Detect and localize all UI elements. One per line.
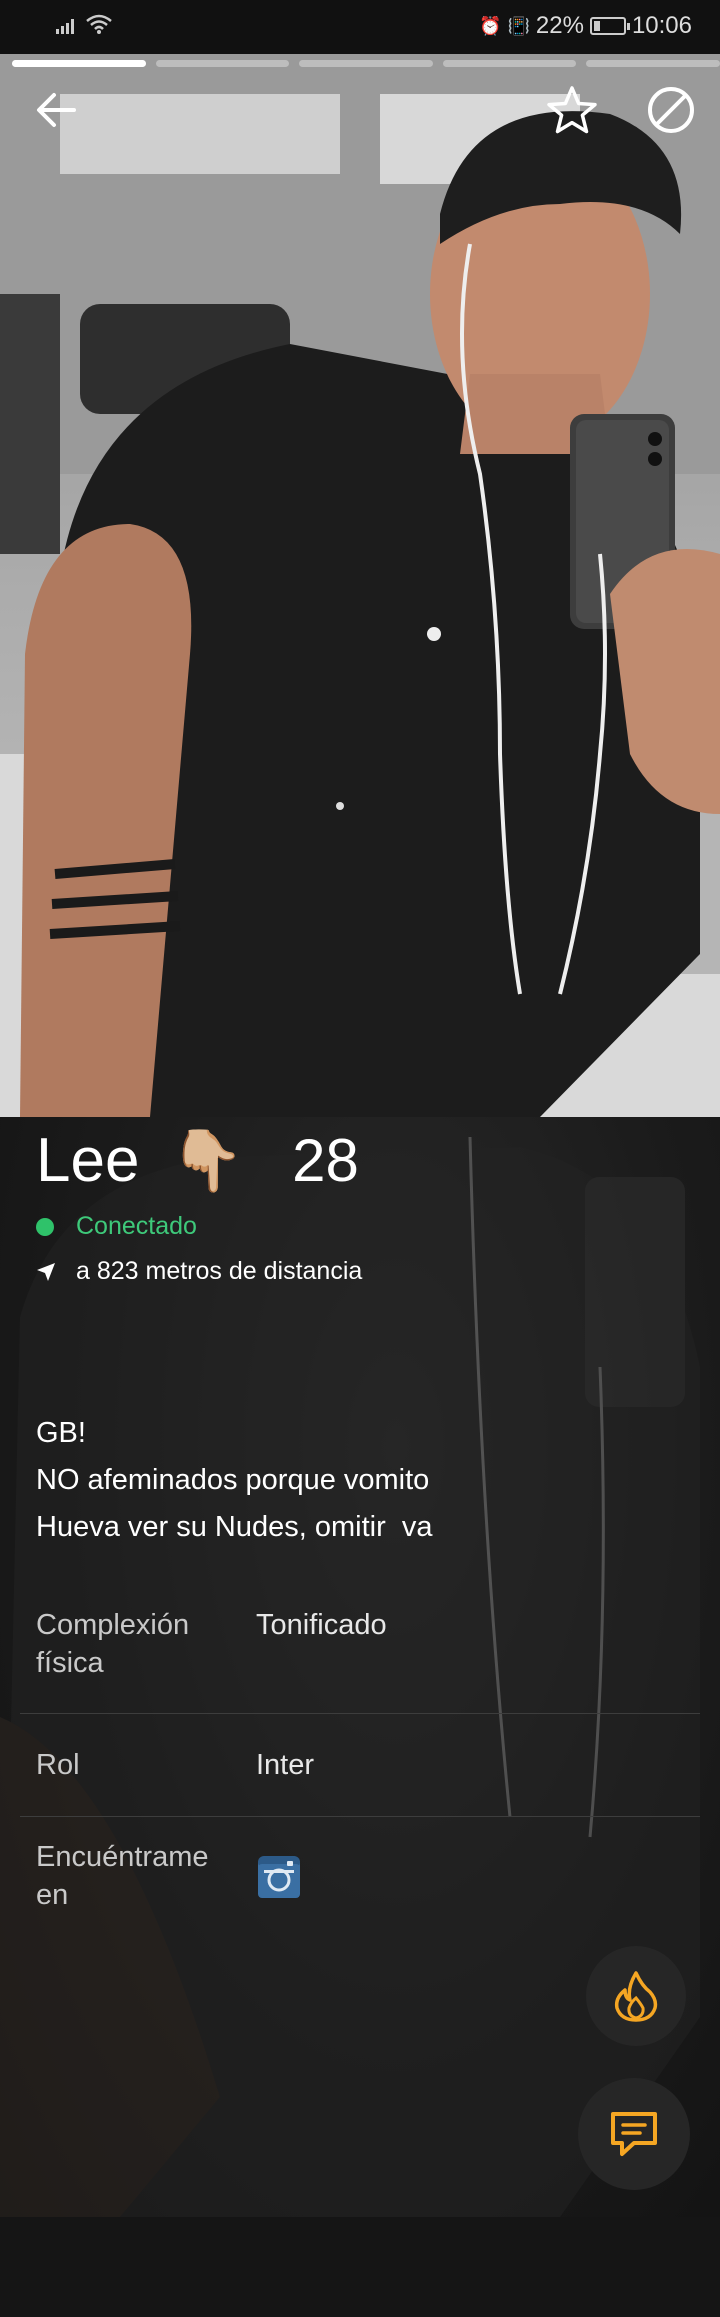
story-bar xyxy=(299,60,433,67)
stat-find-me: Encuéntrame en xyxy=(36,1838,696,1914)
alarm-icon: ⏰ xyxy=(479,15,502,36)
back-arrow-icon xyxy=(37,93,76,127)
wifi-icon xyxy=(86,14,112,34)
chat-icon xyxy=(611,2112,657,2156)
stat-label: Rol xyxy=(36,1749,80,1781)
divider xyxy=(20,1816,700,1817)
star-icon xyxy=(547,86,597,134)
system-status: ⏰ 📳 22% 10:06 xyxy=(479,12,692,40)
bio-line: Hueva ver su Nudes, omitir va xyxy=(36,1511,433,1543)
bio-line: NO afeminados porque vomito xyxy=(36,1464,430,1496)
online-dot-icon xyxy=(36,1217,54,1236)
stat-body-type: Complexión física Tonificado xyxy=(36,1606,696,1682)
stat-label-line: Encuéntrame xyxy=(36,1841,209,1873)
instagram-link[interactable] xyxy=(258,1856,300,1898)
profile-header: Lee 👇🏼 28 xyxy=(36,1125,359,1196)
battery-percent: 22% xyxy=(535,12,584,39)
signal-indicators xyxy=(56,14,112,34)
online-status: Conectado xyxy=(36,1212,197,1241)
stat-label: Encuéntrame en xyxy=(36,1838,256,1914)
stat-value: Tonificado xyxy=(256,1609,387,1641)
stat-label-line: Complexión xyxy=(36,1609,190,1641)
flame-icon xyxy=(614,1971,658,2022)
back-button[interactable] xyxy=(28,82,84,138)
story-bar xyxy=(155,60,290,67)
stat-label-line: física xyxy=(36,1647,104,1679)
story-bar xyxy=(12,60,146,67)
story-bar xyxy=(442,60,577,67)
profile-bio: GB! NO afeminados porque vomito Hueva ve… xyxy=(36,1410,432,1551)
block-icon xyxy=(648,87,694,133)
bio-line: GB! xyxy=(36,1417,86,1449)
pointing-down-emoji: 👇🏼 xyxy=(169,1127,245,1194)
stat-label-line: en xyxy=(36,1879,69,1911)
block-button[interactable] xyxy=(643,82,699,138)
divider xyxy=(20,1713,700,1714)
profile-name: Lee xyxy=(36,1126,140,1195)
story-bar xyxy=(586,60,720,67)
distance-info: a 823 metros de distancia xyxy=(36,1257,362,1286)
photo-illustration xyxy=(0,54,720,1117)
instagram-icon xyxy=(258,1856,300,1898)
stat-value: Inter xyxy=(256,1749,315,1781)
location-arrow-icon xyxy=(37,1262,55,1281)
status-bar: ⏰ 📳 22% 10:06 xyxy=(0,0,720,54)
battery-level xyxy=(593,21,601,31)
chat-button[interactable] xyxy=(578,2078,690,2190)
signal-icon xyxy=(56,19,74,34)
favorite-button[interactable] xyxy=(544,82,600,138)
online-status-label: Conectado xyxy=(76,1212,197,1240)
tap-button[interactable] xyxy=(586,1946,686,2046)
stat-role: Rol Inter xyxy=(36,1746,696,1784)
profile-age: 28 xyxy=(292,1127,359,1194)
stat-label: Complexión física xyxy=(36,1606,256,1682)
profile-photo[interactable] xyxy=(0,54,720,1117)
clock: 10:06 xyxy=(631,12,692,39)
battery-icon xyxy=(589,17,630,35)
distance-label: a 823 metros de distancia xyxy=(76,1257,363,1285)
story-bar-fill xyxy=(12,60,146,67)
bottom-navigation-area xyxy=(0,2217,720,2317)
vibrate-icon: 📳 xyxy=(507,15,530,36)
story-progress xyxy=(12,60,720,67)
